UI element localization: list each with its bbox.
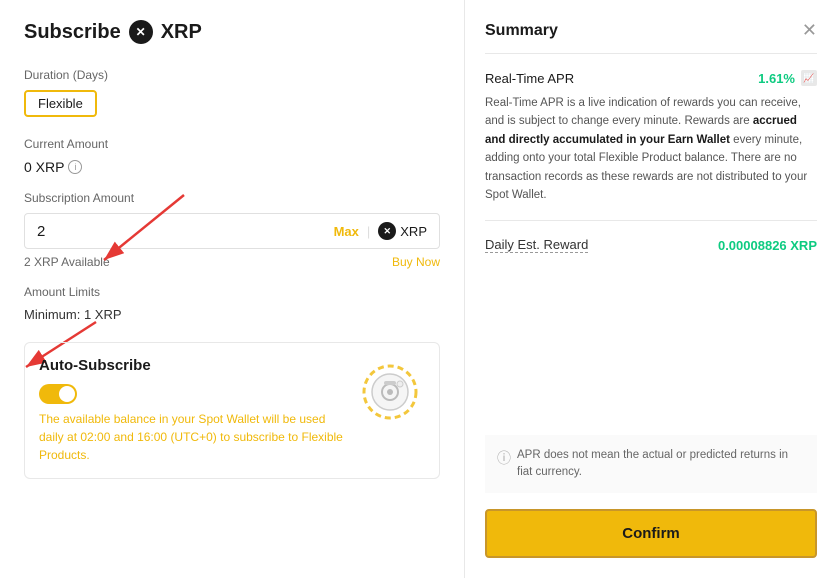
chart-icon[interactable]: 📈 [801,70,817,86]
toggle-knob [59,386,75,402]
flexible-duration-button[interactable]: Flexible [24,90,97,117]
daily-reward-label[interactable]: Daily Est. Reward [485,237,588,253]
xrp-coin-icon: ✕ [378,222,396,240]
minimum-text: Minimum: 1 XRP [24,307,440,322]
info-icon[interactable]: i [68,160,82,174]
current-amount-section: Current Amount 0 XRP i [24,137,440,175]
max-button[interactable]: Max [334,224,359,239]
amount-limits-section: Amount Limits Minimum: 1 XRP [24,285,440,322]
auto-subscribe-section: Auto-Subscribe The available balance in … [24,342,440,479]
auto-subscribe-desc: The available balance in your Spot Walle… [39,410,343,464]
daily-reward-value: 0.00008826 XRP [718,238,817,253]
apr-description: Real-Time APR is a live indication of re… [485,94,817,204]
divider: | [367,224,370,239]
toggle-wrap [39,384,343,404]
current-amount-label: Current Amount [24,137,440,151]
apr-value-row: 1.61% 📈 [758,70,817,86]
info-circle-icon: ⓘ [497,448,511,468]
auto-subscribe-icon [355,357,425,427]
subscription-amount-section: Subscription Amount Max | ✕ XRP [24,191,440,249]
current-amount-value: 0 XRP i [24,159,440,175]
apr-label: Real-Time APR [485,71,574,86]
subscription-amount-label: Subscription Amount [24,191,440,205]
disclaimer-row: ⓘ APR does not mean the actual or predic… [485,435,817,494]
subscription-amount-input[interactable] [37,223,326,240]
apr-value: 1.61% [758,71,795,86]
page-title-container: Subscribe ✕ XRP [24,20,440,44]
apr-row: Real-Time APR 1.61% 📈 [485,70,817,86]
auto-subscribe-title: Auto-Subscribe [39,357,343,374]
xrp-badge: ✕ XRP [378,222,427,240]
close-button[interactable]: ✕ [802,20,817,41]
coin-label: XRP [161,21,202,44]
divider-line [485,220,817,221]
amount-limits-label: Amount Limits [24,285,440,299]
disclaimer-text: APR does not mean the actual or predicte… [517,447,805,482]
summary-title: Summary [485,22,558,40]
auto-subscribe-toggle[interactable] [39,384,77,404]
summary-header: Summary ✕ [485,20,817,54]
available-row: 2 XRP Available Buy Now [24,255,440,269]
buy-now-link[interactable]: Buy Now [392,255,440,269]
duration-label: Duration (Days) [24,68,440,82]
subscription-amount-input-row: Max | ✕ XRP [24,213,440,249]
daily-reward-row: Daily Est. Reward 0.00008826 XRP [485,237,817,253]
available-text: 2 XRP Available [24,255,110,269]
right-panel: Summary ✕ Real-Time APR 1.61% 📈 Real-Tim… [465,0,837,578]
subscribe-label: Subscribe [24,21,121,44]
spacer [485,269,817,434]
left-panel: Subscribe ✕ XRP Duration (Days) Flexible… [0,0,465,578]
xrp-logo-icon: ✕ [129,20,153,44]
confirm-button[interactable]: Confirm [485,509,817,558]
